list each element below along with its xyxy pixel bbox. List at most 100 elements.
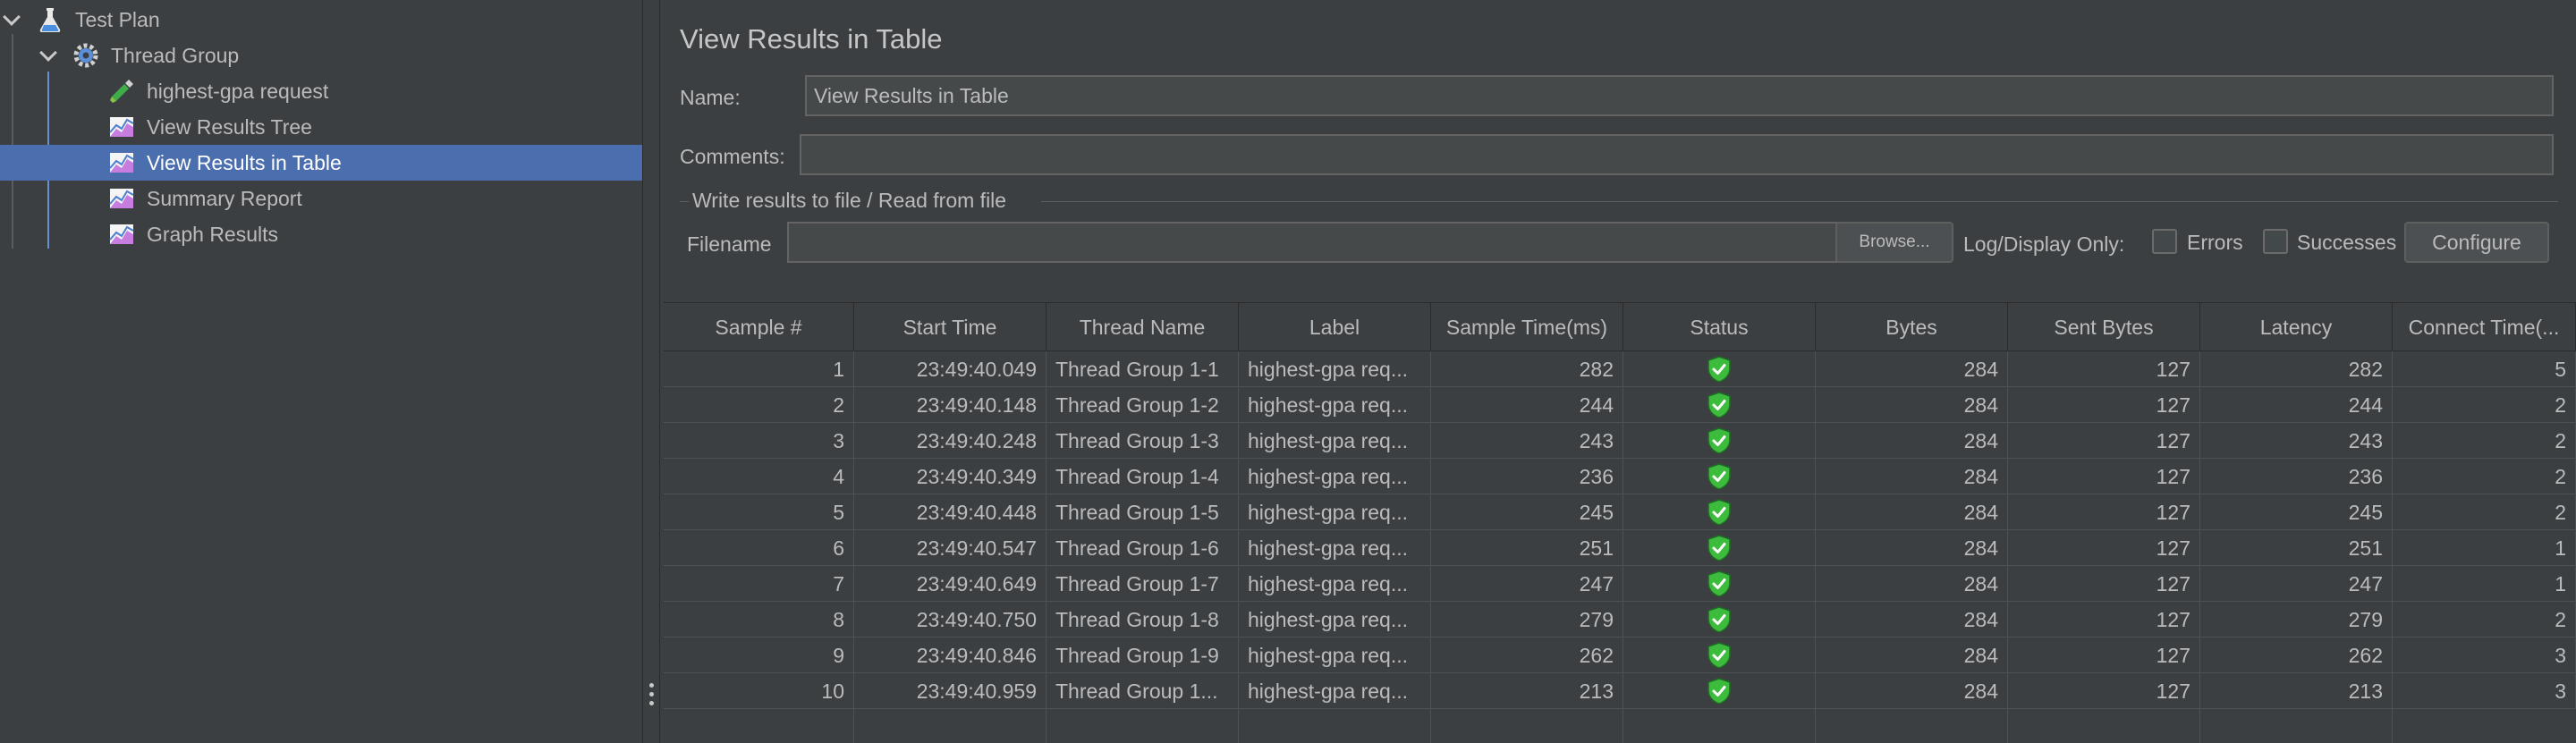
column-header-label[interactable]: Label	[1239, 303, 1431, 351]
cell-connect-time: 2	[2393, 459, 2576, 494]
splitter-grip-dot	[649, 683, 654, 688]
column-header-connect-time[interactable]: Connect Time(...	[2393, 303, 2576, 351]
pane-splitter[interactable]	[642, 0, 660, 743]
chevron-down-icon[interactable]	[39, 44, 57, 62]
graph-icon	[109, 117, 134, 137]
cell-sample-time: 245	[1431, 494, 1623, 530]
successes-checkbox[interactable]	[2263, 229, 2288, 254]
status-cell	[1623, 637, 1816, 673]
cell-latency: 244	[2200, 387, 2393, 423]
column-header-latency[interactable]: Latency	[2200, 303, 2393, 351]
comments-label: Comments:	[680, 145, 785, 168]
cell-start-time: 23:49:40.448	[854, 494, 1046, 530]
table-row[interactable]: 8 23:49:40.750 Thread Group 1-8 highest-gpa…	[664, 602, 2576, 637]
cell-sample-number: 10	[664, 673, 854, 709]
cell-thread-name: Thread Group 1-8	[1046, 602, 1239, 637]
shield-check-icon	[1707, 642, 1731, 669]
table-row[interactable]: 10 23:49:40.959 Thread Group 1... highest-g…	[664, 673, 2576, 709]
filename-field[interactable]	[787, 222, 1852, 263]
status-cell	[1623, 351, 1816, 387]
column-header-sent-bytes[interactable]: Sent Bytes	[2008, 303, 2200, 351]
results-table: Sample # Start Time Thread Name Label Sample…	[664, 302, 2576, 743]
cell-bytes: 284	[1816, 530, 2008, 566]
cell-bytes: 284	[1816, 566, 2008, 602]
name-field[interactable]: View Results in Table	[805, 75, 2554, 116]
column-divider	[1430, 351, 1431, 743]
cell-connect-time: 3	[2393, 637, 2576, 673]
cell-label: highest-gpa req...	[1239, 602, 1431, 637]
tree-item-highest-gpa-request[interactable]: highest-gpa request	[0, 73, 642, 109]
jmeter-window: Test Plan Thread Group highest-gpa reque…	[0, 0, 2576, 743]
cell-thread-name: Thread Group 1-4	[1046, 459, 1239, 494]
cell-thread-name: Thread Group 1-9	[1046, 637, 1239, 673]
tree-item-thread-group[interactable]: Thread Group	[0, 38, 642, 73]
column-divider	[1238, 351, 1239, 743]
table-row[interactable]: 3 23:49:40.248 Thread Group 1-3 highest-gpa…	[664, 423, 2576, 459]
cell-connect-time: 5	[2393, 351, 2576, 387]
status-cell	[1623, 530, 1816, 566]
column-header-status[interactable]: Status	[1623, 303, 1816, 351]
name-label: Name:	[680, 86, 741, 109]
column-header-thread-name[interactable]: Thread Name	[1046, 303, 1239, 351]
cell-sample-number: 9	[664, 637, 854, 673]
column-header-bytes[interactable]: Bytes	[1816, 303, 2008, 351]
cell-sample-number: 1	[664, 351, 854, 387]
cell-start-time: 23:49:40.959	[854, 673, 1046, 709]
cell-thread-name: Thread Group 1-5	[1046, 494, 1239, 530]
tree-item-view-results-tree[interactable]: View Results Tree	[0, 109, 642, 145]
cell-bytes: 284	[1816, 387, 2008, 423]
errors-checkbox[interactable]	[2152, 229, 2177, 254]
cell-label: highest-gpa req...	[1239, 494, 1431, 530]
table-row[interactable]: 6 23:49:40.547 Thread Group 1-6 highest-gpa…	[664, 530, 2576, 566]
cell-sample-time: 282	[1431, 351, 1623, 387]
cell-connect-time: 3	[2393, 673, 2576, 709]
shield-check-icon	[1707, 678, 1731, 705]
shield-check-icon	[1707, 606, 1731, 633]
table-row[interactable]: 5 23:49:40.448 Thread Group 1-5 highest-gpa…	[664, 494, 2576, 530]
status-cell	[1623, 423, 1816, 459]
cell-latency: 213	[2200, 673, 2393, 709]
successes-label: Successes	[2297, 231, 2397, 254]
cell-sent-bytes: 127	[2008, 423, 2200, 459]
cell-label: highest-gpa req...	[1239, 423, 1431, 459]
cell-bytes: 284	[1816, 602, 2008, 637]
tree-item-view-results-in-table[interactable]: View Results in Table	[0, 145, 642, 181]
splitter-grip-dot	[649, 692, 654, 697]
cell-connect-time: 2	[2393, 494, 2576, 530]
column-header-start-time[interactable]: Start Time	[854, 303, 1046, 351]
column-header-sample-number[interactable]: Sample #	[664, 303, 854, 351]
table-row[interactable]: 2 23:49:40.148 Thread Group 1-2 highest-gpa…	[664, 387, 2576, 423]
page-title: View Results in Table	[680, 23, 943, 55]
graph-icon	[109, 189, 134, 208]
cell-bytes: 284	[1816, 459, 2008, 494]
tree-item-graph-results[interactable]: Graph Results	[0, 216, 642, 252]
cell-sample-number: 7	[664, 566, 854, 602]
cell-sample-time: 236	[1431, 459, 1623, 494]
tree-item-summary-report[interactable]: Summary Report	[0, 181, 642, 216]
table-row[interactable]: 9 23:49:40.846 Thread Group 1-9 highest-gpa…	[664, 637, 2576, 673]
shield-check-icon	[1707, 463, 1731, 490]
table-row[interactable]: 4 23:49:40.349 Thread Group 1-4 highest-gpa…	[664, 459, 2576, 494]
cell-bytes: 284	[1816, 494, 2008, 530]
cell-latency: 236	[2200, 459, 2393, 494]
table-row[interactable]: 7 23:49:40.649 Thread Group 1-7 highest-gpa…	[664, 566, 2576, 602]
comments-field[interactable]	[800, 134, 2554, 175]
column-header-sample-time[interactable]: Sample Time(ms)	[1431, 303, 1623, 351]
cell-sent-bytes: 127	[2008, 530, 2200, 566]
tree-item-test-plan[interactable]: Test Plan	[0, 2, 642, 38]
browse-button[interactable]: Browse...	[1835, 222, 1953, 263]
cell-latency: 245	[2200, 494, 2393, 530]
group-border	[1041, 201, 2558, 202]
configure-button[interactable]: Configure	[2404, 222, 2549, 263]
table-row[interactable]: 1 23:49:40.049 Thread Group 1-1 highest-gpa…	[664, 351, 2576, 387]
chevron-down-icon[interactable]	[3, 8, 21, 26]
cell-sample-number: 4	[664, 459, 854, 494]
cell-sample-time: 262	[1431, 637, 1623, 673]
cell-label: highest-gpa req...	[1239, 351, 1431, 387]
column-divider	[2392, 351, 2393, 743]
tree-item-label: Summary Report	[147, 186, 302, 210]
cell-bytes: 284	[1816, 673, 2008, 709]
file-group-title: Write results to file / Read from file	[692, 189, 1007, 212]
cell-start-time: 23:49:40.248	[854, 423, 1046, 459]
cell-latency: 243	[2200, 423, 2393, 459]
